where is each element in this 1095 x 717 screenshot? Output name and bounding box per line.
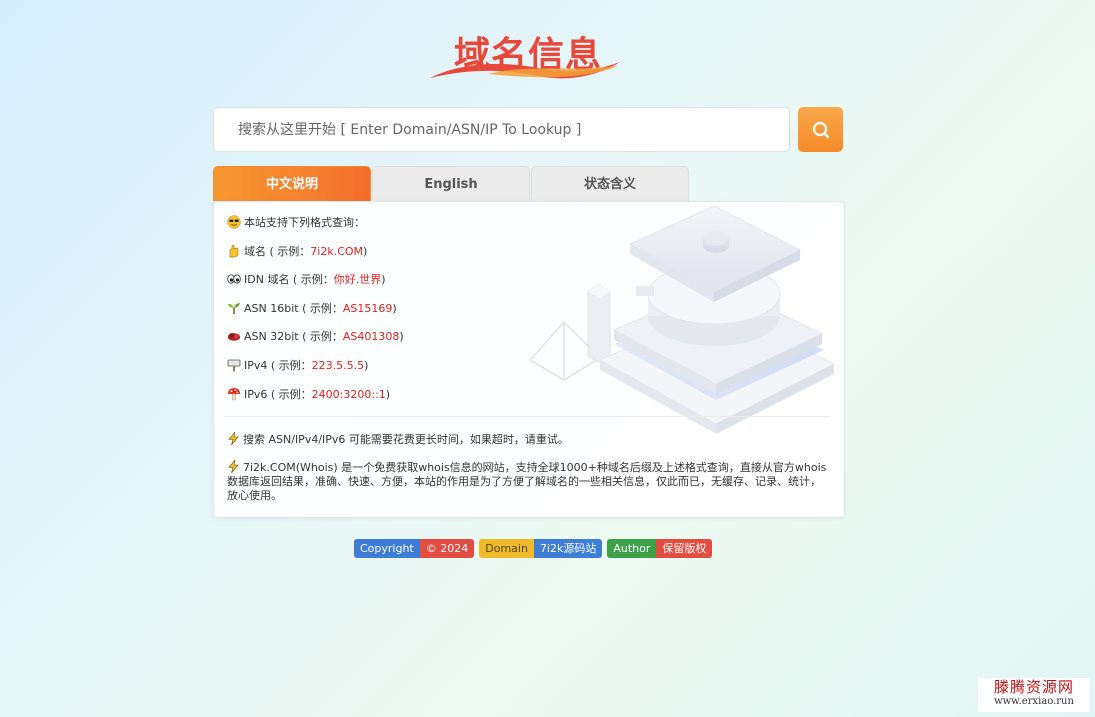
format-example: 你好.世界: [333, 273, 382, 286]
format-label: IDN 域名 ( 示例：: [244, 273, 334, 286]
content-card: 本站支持下列格式查询： 域名 ( 示例： 7i2k.COM ) IDN 域名 (…: [213, 201, 845, 518]
search-icon: [812, 121, 829, 138]
format-row-ipv6: IPv6 ( 示例： 2400:3200::1 ): [227, 386, 390, 402]
note-text: 搜索 ASN/IPv4/IPv6 可能需要花费更长时间，如果超时，请重试。: [243, 433, 569, 446]
format-row-asn16: ASN 16bit ( 示例： AS15169 ): [227, 300, 397, 316]
author-badge[interactable]: Author 保留版权: [607, 539, 713, 558]
intro-row: 本站支持下列格式查询：: [227, 214, 365, 230]
format-label: ASN 32bit ( 示例：: [244, 330, 343, 343]
watermark-url: www.erxiao.run: [994, 696, 1074, 707]
footer-badges: Copyright © 2024 Domain 7i2k源码站 Author 保…: [354, 539, 713, 558]
mushroom-icon: [228, 388, 240, 401]
hand-icon: [229, 245, 239, 258]
smiling-face-sunglasses-icon: [227, 215, 241, 229]
signpost-icon: [227, 359, 241, 372]
format-row-asn32: ASN 32bit ( 示例： AS401308 ): [227, 328, 404, 344]
watermark-title: 滕腾资源网: [993, 678, 1074, 696]
badge-left: Author: [607, 539, 657, 558]
badge-right: © 2024: [419, 539, 475, 558]
format-row-ipv4: IPv4 ( 示例： 223.5.5.5 ): [227, 357, 368, 373]
note-text: 7i2k.COM(Whois) 是一个免费获取whois信息的网站，支持全球10…: [227, 461, 827, 502]
tab-status-meaning[interactable]: 状态含义: [531, 166, 689, 201]
badge-left: Domain: [479, 539, 534, 558]
sprout-icon: [228, 303, 240, 314]
badge-right: 保留版权: [656, 539, 713, 558]
note-timeout: 搜索 ASN/IPv4/IPv6 可能需要花费更长时间，如果超时，请重试。: [227, 432, 827, 447]
badge-left: Copyright: [354, 539, 420, 558]
format-label: IPv4 ( 示例：: [244, 359, 312, 372]
tab-english[interactable]: English: [372, 166, 530, 201]
format-label: 域名 ( 示例：: [244, 245, 311, 258]
lightning-icon: [228, 432, 239, 445]
format-suffix: ): [363, 244, 368, 258]
format-example: 223.5.5.5: [311, 358, 365, 372]
format-example: 2400:3200::1: [311, 387, 386, 401]
eyes-icon: [227, 274, 241, 284]
format-suffix: ): [399, 329, 404, 343]
intro-text: 本站支持下列格式查询：: [244, 216, 365, 229]
format-example: AS15169: [342, 301, 393, 315]
content-divider: [224, 416, 830, 417]
site-logo[interactable]: 域名信息: [428, 26, 624, 84]
badge-right: 7i2k源码站: [533, 539, 603, 558]
format-suffix: ): [364, 358, 369, 372]
format-suffix: ): [392, 301, 397, 315]
format-row-domain: 域名 ( 示例： 7i2k.COM ): [227, 243, 367, 259]
format-suffix: ): [385, 387, 391, 401]
format-suffix: ): [381, 272, 386, 286]
logo-swoosh-icon: [430, 62, 620, 79]
format-example: 7i2k.COM: [310, 244, 364, 258]
format-label: ASN 16bit ( 示例：: [244, 302, 343, 315]
search-button[interactable]: [798, 107, 843, 152]
tab-chinese-guide[interactable]: 中文说明: [213, 166, 371, 201]
server-illustration: [529, 205, 834, 434]
search-input[interactable]: [214, 108, 778, 151]
watermark: 滕腾资源网 www.erxiao.run: [978, 678, 1090, 712]
format-row-idn: IDN 域名 ( 示例： 你好.世界 ): [227, 271, 386, 287]
domain-badge[interactable]: Domain 7i2k源码站: [479, 539, 603, 558]
cake-icon: [227, 333, 241, 341]
lightning-icon: [228, 460, 239, 473]
copyright-badge[interactable]: Copyright © 2024: [354, 539, 475, 558]
format-example: AS401308: [342, 329, 400, 343]
note-about: 7i2k.COM(Whois) 是一个免费获取whois信息的网站，支持全球10…: [227, 460, 827, 503]
format-label: IPv6 ( 示例：: [244, 388, 312, 401]
search-box: [213, 107, 790, 152]
